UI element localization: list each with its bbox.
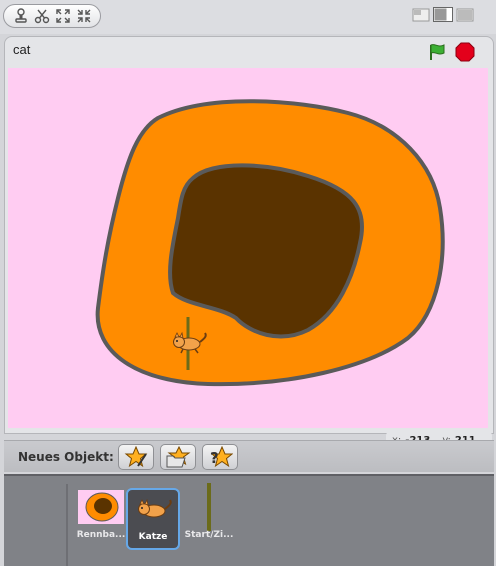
stage-view-toggles — [411, 6, 475, 23]
cat-thumbnail — [130, 492, 176, 526]
current-sprite-name[interactable]: cat — [13, 42, 30, 57]
new-sprite-bar: Neues Objekt: ? — [4, 440, 494, 472]
surprise-sprite-icon[interactable]: ? — [202, 444, 238, 470]
new-sprite-label: Neues Objekt: — [18, 450, 114, 464]
sprite-corral: Rennba... Katze Start/Zi... — [4, 474, 494, 566]
sprite-tile-racetrack[interactable]: Rennba... — [74, 488, 128, 550]
stage-canvas[interactable] — [8, 68, 488, 428]
shrink-icon[interactable] — [75, 7, 93, 25]
corral-divider — [66, 484, 68, 566]
sprite-label-cat: Katze — [138, 532, 168, 542]
sprite-tool-group — [3, 4, 101, 28]
top-toolbar — [0, 0, 496, 34]
sprite-label-start-finish: Start/Zi... — [184, 530, 234, 540]
sprite-label-racetrack: Rennba... — [76, 530, 126, 540]
racetrack-thumbnail — [78, 490, 124, 524]
stamp-icon[interactable] — [12, 7, 30, 25]
stop-sign-icon[interactable] — [455, 42, 475, 62]
presentation-icon[interactable] — [455, 6, 475, 23]
sprite-tile-start-finish[interactable]: Start/Zi... — [182, 483, 236, 550]
stage-header: cat — [5, 37, 493, 67]
grow-icon[interactable] — [54, 7, 72, 25]
paint-new-sprite-icon[interactable] — [118, 444, 154, 470]
start-finish-thumbnail — [186, 483, 232, 531]
choose-sprite-file-icon[interactable] — [160, 444, 196, 470]
small-stage-icon[interactable] — [411, 6, 431, 23]
green-flag-icon[interactable] — [427, 42, 447, 62]
sprite-tile-cat[interactable]: Katze — [126, 488, 180, 550]
scissors-icon[interactable] — [33, 7, 51, 25]
normal-stage-icon[interactable] — [433, 6, 453, 23]
svg-text:?: ? — [210, 449, 219, 467]
